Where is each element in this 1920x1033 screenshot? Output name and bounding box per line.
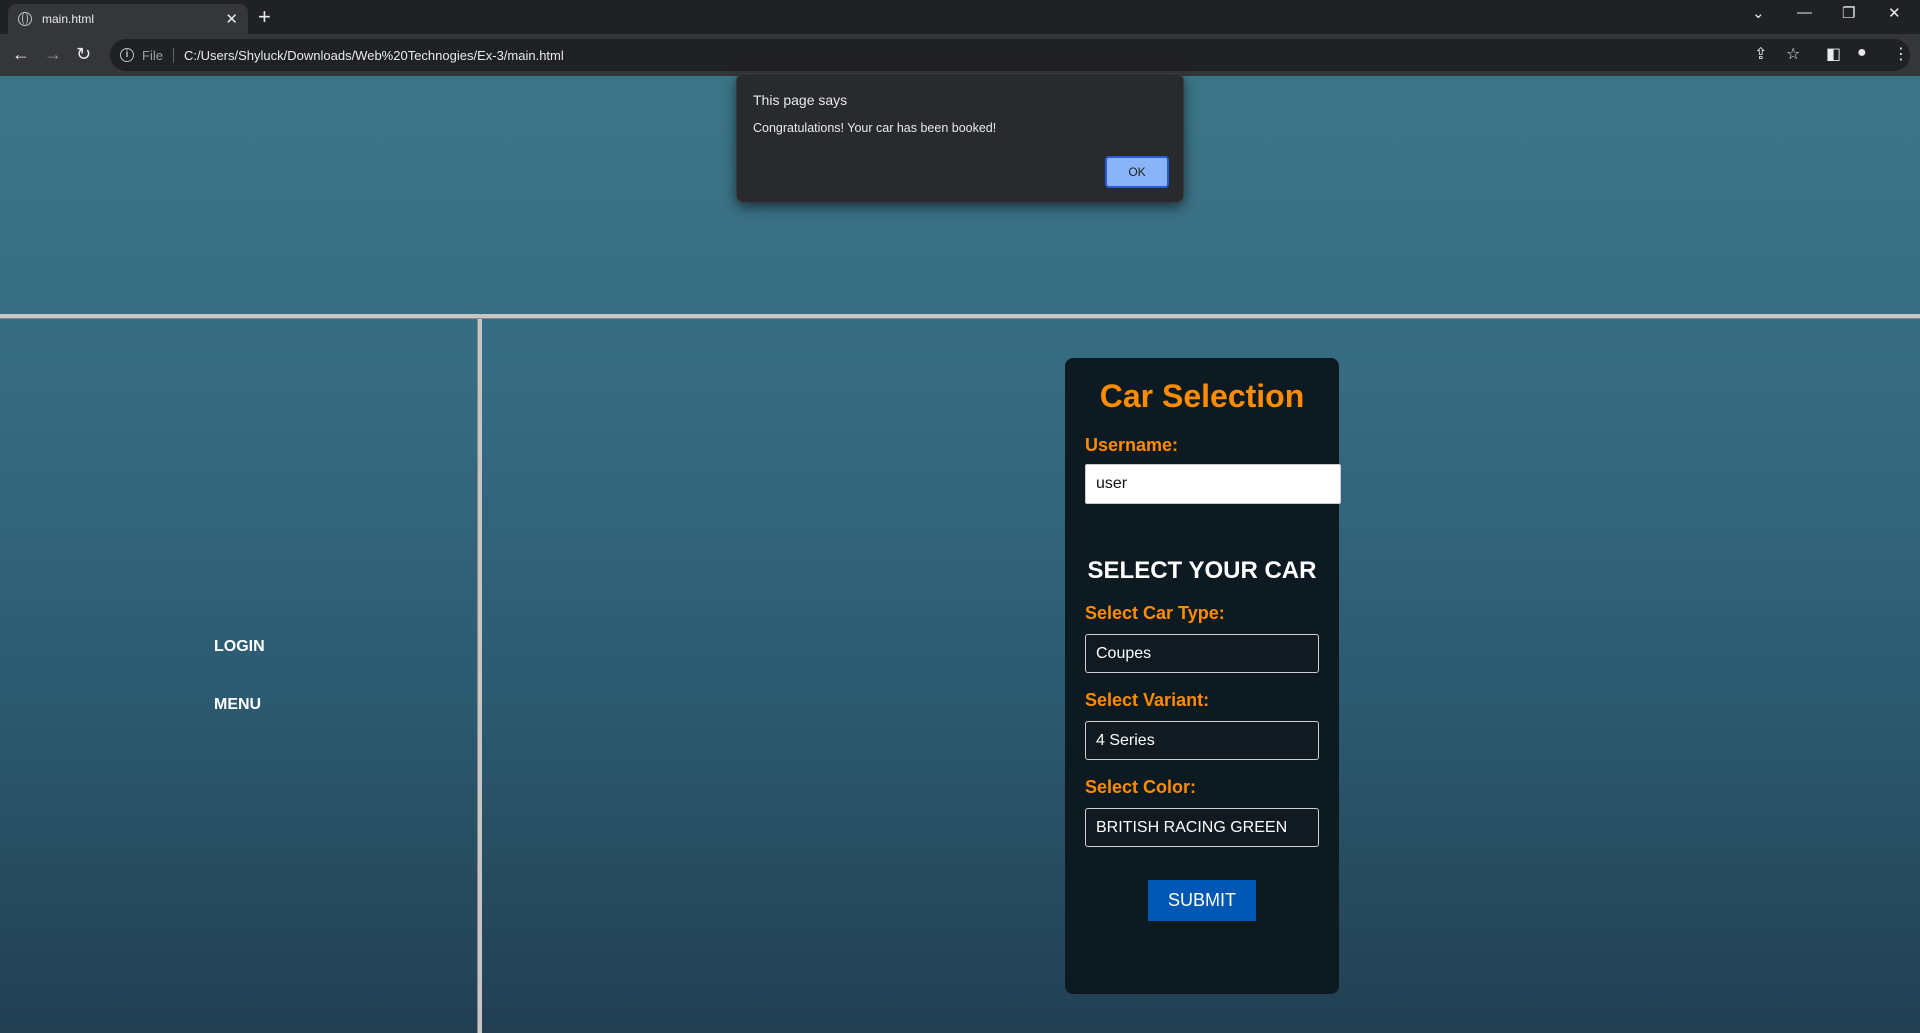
section-heading: SELECT YOUR CAR <box>1087 557 1317 584</box>
variant-select[interactable]: 4 Series <box>1085 721 1319 760</box>
sidebar-item-menu[interactable]: MENU <box>214 696 261 714</box>
back-icon[interactable]: ← <box>12 44 30 64</box>
variant-label: Select Variant: <box>1085 690 1210 710</box>
tab-search-icon[interactable]: ⌄ <box>1752 4 1765 22</box>
forward-icon[interactable]: → <box>44 44 62 64</box>
frame-divider-vertical[interactable] <box>477 319 482 1033</box>
submit-button[interactable]: SUBMIT <box>1148 880 1256 921</box>
car-type-label: Select Car Type: <box>1085 603 1225 623</box>
browser-tab-bar: main.html ✕ + ⌄ — ❐ ✕ <box>0 0 1920 34</box>
url-text[interactable]: C:/Users/Shyluck/Downloads/Web%20Technog… <box>184 48 564 63</box>
alert-ok-button[interactable]: OK <box>1105 156 1169 188</box>
browser-toolbar: ← → ↻ i File C:/Users/Shyluck/Downloads/… <box>0 34 1920 76</box>
minimize-icon[interactable]: — <box>1797 4 1812 21</box>
form-title: Car Selection <box>1099 378 1305 414</box>
kebab-menu-icon[interactable]: ⋮ <box>1893 44 1909 64</box>
color-label: Select Color: <box>1085 777 1197 797</box>
bookmark-star-icon[interactable]: ☆ <box>1786 44 1800 64</box>
address-bar[interactable]: i File C:/Users/Shyluck/Downloads/Web%20… <box>110 39 1910 71</box>
alert-title: This page says <box>753 92 848 108</box>
username-input[interactable] <box>1085 464 1341 504</box>
frame-divider-horizontal[interactable] <box>0 314 1920 319</box>
close-window-icon[interactable]: ✕ <box>1888 4 1901 22</box>
share-icon[interactable]: ⇪ <box>1754 44 1767 64</box>
tab-title: main.html <box>42 12 95 26</box>
close-tab-icon[interactable]: ✕ <box>225 10 238 28</box>
browser-tab[interactable]: main.html ✕ <box>8 4 248 34</box>
color-select[interactable]: BRITISH RACING GREEN <box>1085 808 1319 847</box>
restore-icon[interactable]: ❐ <box>1842 4 1855 22</box>
page-viewport: LOGIN MENU Car Selection Username: SELEC… <box>0 76 1920 1033</box>
profile-icon[interactable]: ● <box>1857 44 1867 62</box>
new-tab-button[interactable]: + <box>258 6 271 28</box>
reload-icon[interactable]: ↻ <box>76 44 91 64</box>
side-panel-icon[interactable]: ◧ <box>1826 44 1841 64</box>
globe-icon <box>18 12 32 26</box>
file-scheme-label: File <box>142 47 174 63</box>
username-label: Username: <box>1085 435 1179 455</box>
sidebar-item-login[interactable]: LOGIN <box>214 638 265 656</box>
alert-message: Congratulations! Your car has been booke… <box>753 121 997 135</box>
car-selection-form: Car Selection Username: SELECT YOUR CAR … <box>1065 358 1341 994</box>
alert-dialog: This page says Congratulations! Your car… <box>736 73 1184 203</box>
info-icon[interactable]: i <box>120 48 134 62</box>
car-type-select[interactable]: Coupes <box>1085 634 1319 673</box>
